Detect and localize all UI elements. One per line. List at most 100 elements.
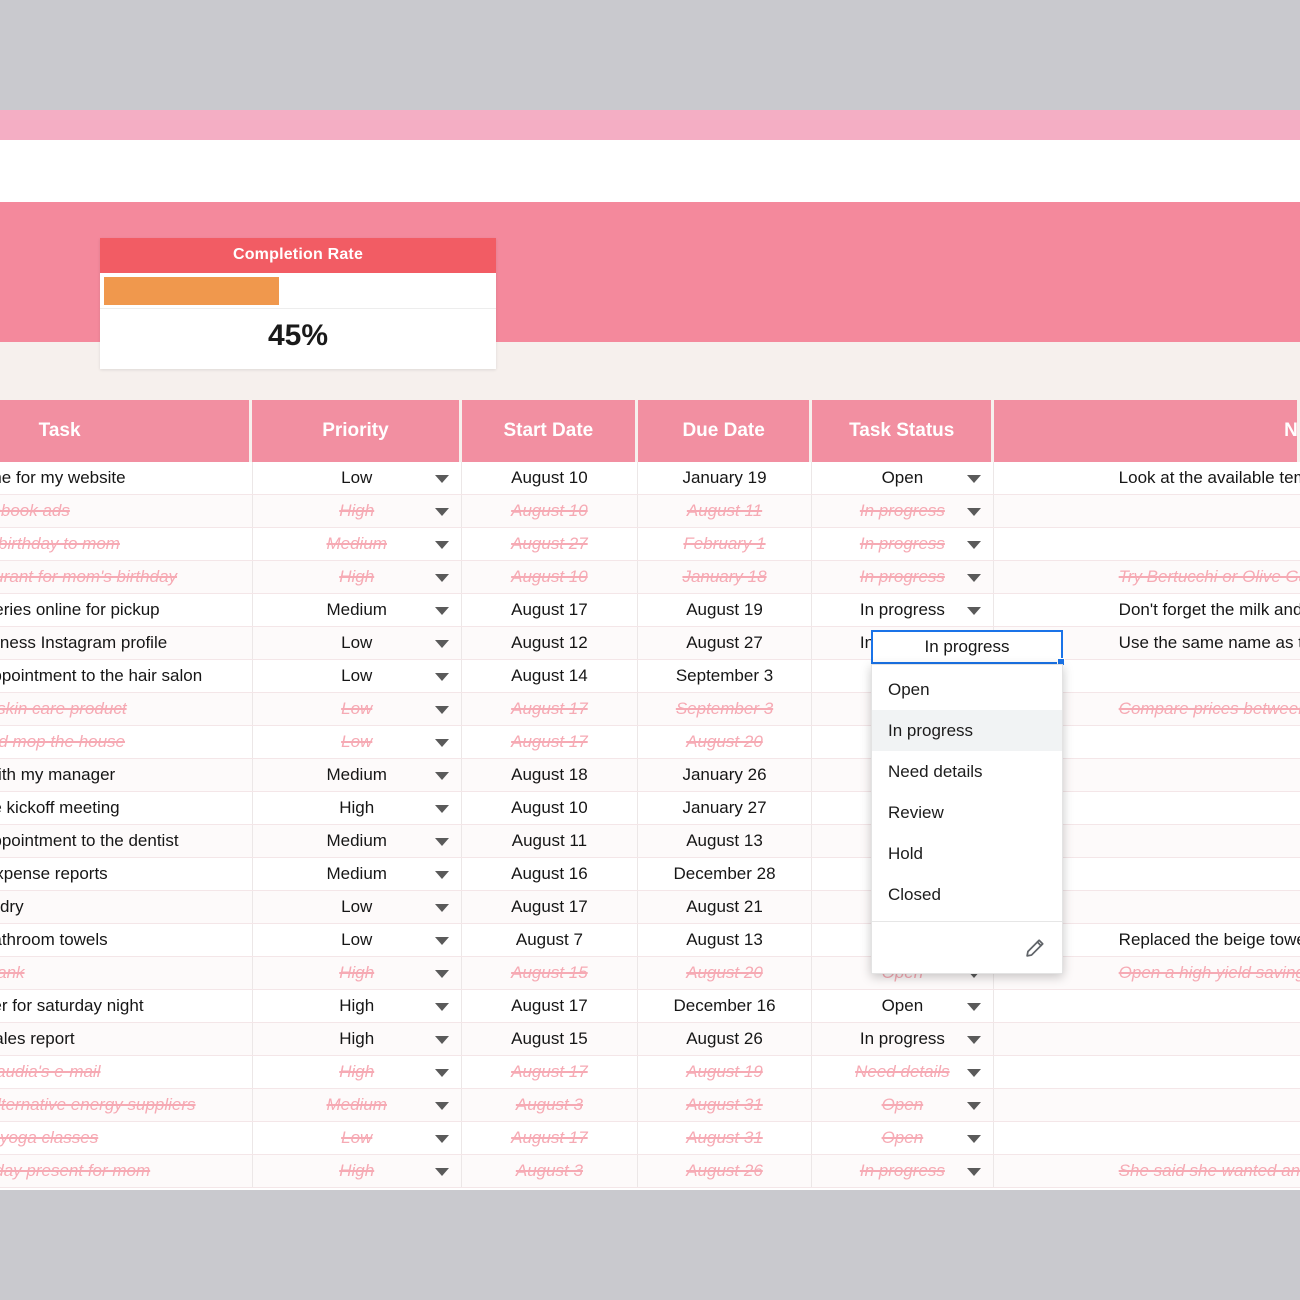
cell-start[interactable]: August 15 [462,957,638,989]
cell-due[interactable]: December 16 [638,990,813,1022]
cell-start[interactable]: August 7 [462,924,638,956]
chevron-down-icon[interactable] [434,1168,449,1176]
cell-due[interactable]: August 27 [638,627,813,659]
dropdown-option-open[interactable]: Open [872,669,1062,710]
column-header-task[interactable]: Task [0,400,253,462]
cell-task[interactable]: Create business Instagram profile [0,627,253,659]
cell-status[interactable]: In progress [812,528,994,560]
cell-notes[interactable] [994,990,1300,1022]
cell-start[interactable]: August 3 [462,1089,638,1121]
cell-status[interactable]: Open [812,462,994,494]
pencil-icon[interactable] [1024,937,1046,959]
chevron-down-icon[interactable] [434,838,449,846]
cell-due[interactable]: August 26 [638,1155,813,1187]
cell-task[interactable]: Buy new bathroom towels [0,924,253,956]
chevron-down-icon[interactable] [434,673,449,681]
cell-notes[interactable] [994,1023,1300,1055]
cell-task[interactable]: Buy a birthday present for mom [0,1155,253,1187]
cell-task[interactable]: Send the expense reports [0,858,253,890]
chevron-down-icon[interactable] [434,805,449,813]
chevron-down-icon[interactable] [434,1102,449,1110]
cell-due[interactable]: August 20 [638,957,813,989]
chevron-down-icon[interactable] [434,970,449,978]
table-row[interactable]: Say happy birthday to mom Medium August 27… [0,528,1300,561]
dropdown-option-review[interactable]: Review [872,792,1062,833]
cell-priority[interactable]: Low [253,462,462,494]
cell-due[interactable]: September 3 [638,660,813,692]
cell-due[interactable]: January 26 [638,759,813,791]
cell-start[interactable]: August 17 [462,726,638,758]
table-row[interactable]: Sign up for yoga classes Low August 17 Augu… [0,1122,1300,1155]
cell-status[interactable]: In progress [812,594,994,626]
chevron-down-icon[interactable] [434,640,449,648]
table-row[interactable]: Vacuum and mop the house Low August 17 Augu… [0,726,1300,759]
cell-priority[interactable]: High [253,1155,462,1187]
cell-due[interactable]: August 31 [638,1089,813,1121]
cell-task[interactable]: Book a sitter for saturday night [0,990,253,1022]
table-row[interactable]: Buy a birthday present for mom High August… [0,1155,1300,1188]
dropdown-option-hold[interactable]: Hold [872,833,1062,874]
column-header-start-date[interactable]: Start Date [461,400,638,462]
cell-notes[interactable] [994,495,1300,527]
cell-notes[interactable]: She said she wanted an apron [994,1155,1300,1187]
cell-status[interactable]: In progress [812,561,994,593]
cell-start[interactable]: August 10 [462,495,638,527]
cell-status[interactable]: In progress [812,1155,994,1187]
column-header-notes[interactable]: Notes [994,400,1300,462]
chevron-down-icon[interactable] [966,541,981,549]
chevron-down-icon[interactable] [434,937,449,945]
chevron-down-icon[interactable] [434,772,449,780]
chevron-down-icon[interactable] [966,508,981,516]
cell-task[interactable]: Do the laundry [0,891,253,923]
table-row[interactable]: Send the sales report High August 15 August… [0,1023,1300,1056]
cell-due[interactable]: September 3 [638,693,813,725]
cell-priority[interactable]: Low [253,726,462,758]
chevron-down-icon[interactable] [434,541,449,549]
chevron-down-icon[interactable] [434,871,449,879]
cell-task[interactable]: Reply to Claudia's e-mail [0,1056,253,1088]
chevron-down-icon[interactable] [966,1168,981,1176]
cell-start[interactable]: August 16 [462,858,638,890]
chevron-down-icon[interactable] [966,607,981,615]
cell-start[interactable]: August 17 [462,891,638,923]
task-spreadsheet[interactable]: Task Priority Start Date Due Date Task Statu… [0,400,1300,1190]
cell-due[interactable]: August 19 [638,594,813,626]
cell-start[interactable]: August 3 [462,1155,638,1187]
cell-start[interactable]: August 12 [462,627,638,659]
cell-priority[interactable]: Low [253,627,462,659]
table-row[interactable]: Book a sitter for saturday night High Augu… [0,990,1300,1023]
cell-notes[interactable]: Look at the available templates [994,462,1300,494]
cell-start[interactable]: August 15 [462,1023,638,1055]
cell-priority[interactable]: High [253,561,462,593]
cell-priority[interactable]: Medium [253,759,462,791]
chevron-down-icon[interactable] [966,1069,981,1077]
table-row[interactable]: Compare alternative energy suppliers Medi… [0,1089,1300,1122]
chevron-down-icon[interactable] [434,475,449,483]
chevron-down-icon[interactable] [434,739,449,747]
cell-task[interactable]: Pick a theme for my website [0,462,253,494]
cell-task[interactable]: Prepare the kickoff meeting [0,792,253,824]
cell-start[interactable]: August 27 [462,528,638,560]
cell-due[interactable]: December 28 [638,858,813,890]
chevron-down-icon[interactable] [966,1036,981,1044]
chevron-down-icon[interactable] [434,904,449,912]
cell-priority[interactable]: Medium [253,528,462,560]
cell-start[interactable]: August 10 [462,561,638,593]
table-row[interactable]: Go to the bank High August 15 August 20 Open… [0,957,1300,990]
column-header-due-date[interactable]: Due Date [637,400,813,462]
chevron-down-icon[interactable] [966,1102,981,1110]
cell-task[interactable]: Sign up for yoga classes [0,1122,253,1154]
cell-status[interactable]: Open [812,1089,994,1121]
cell-due[interactable]: January 18 [638,561,813,593]
cell-start[interactable]: August 18 [462,759,638,791]
cell-priority[interactable]: Medium [253,858,462,890]
cell-priority[interactable]: Medium [253,594,462,626]
table-row[interactable]: Create facebook ads High August 10 August 1… [0,495,1300,528]
table-row[interactable]: Create business Instagram profile Low Augu… [0,627,1300,660]
task-status-dropdown[interactable]: Open In progress Need details Review Hold Clo… [871,664,1063,974]
cell-start[interactable]: August 14 [462,660,638,692]
chevron-down-icon[interactable] [434,706,449,714]
cell-notes[interactable] [994,528,1300,560]
cell-start[interactable]: August 10 [462,462,638,494]
cell-status[interactable]: Open [812,1122,994,1154]
